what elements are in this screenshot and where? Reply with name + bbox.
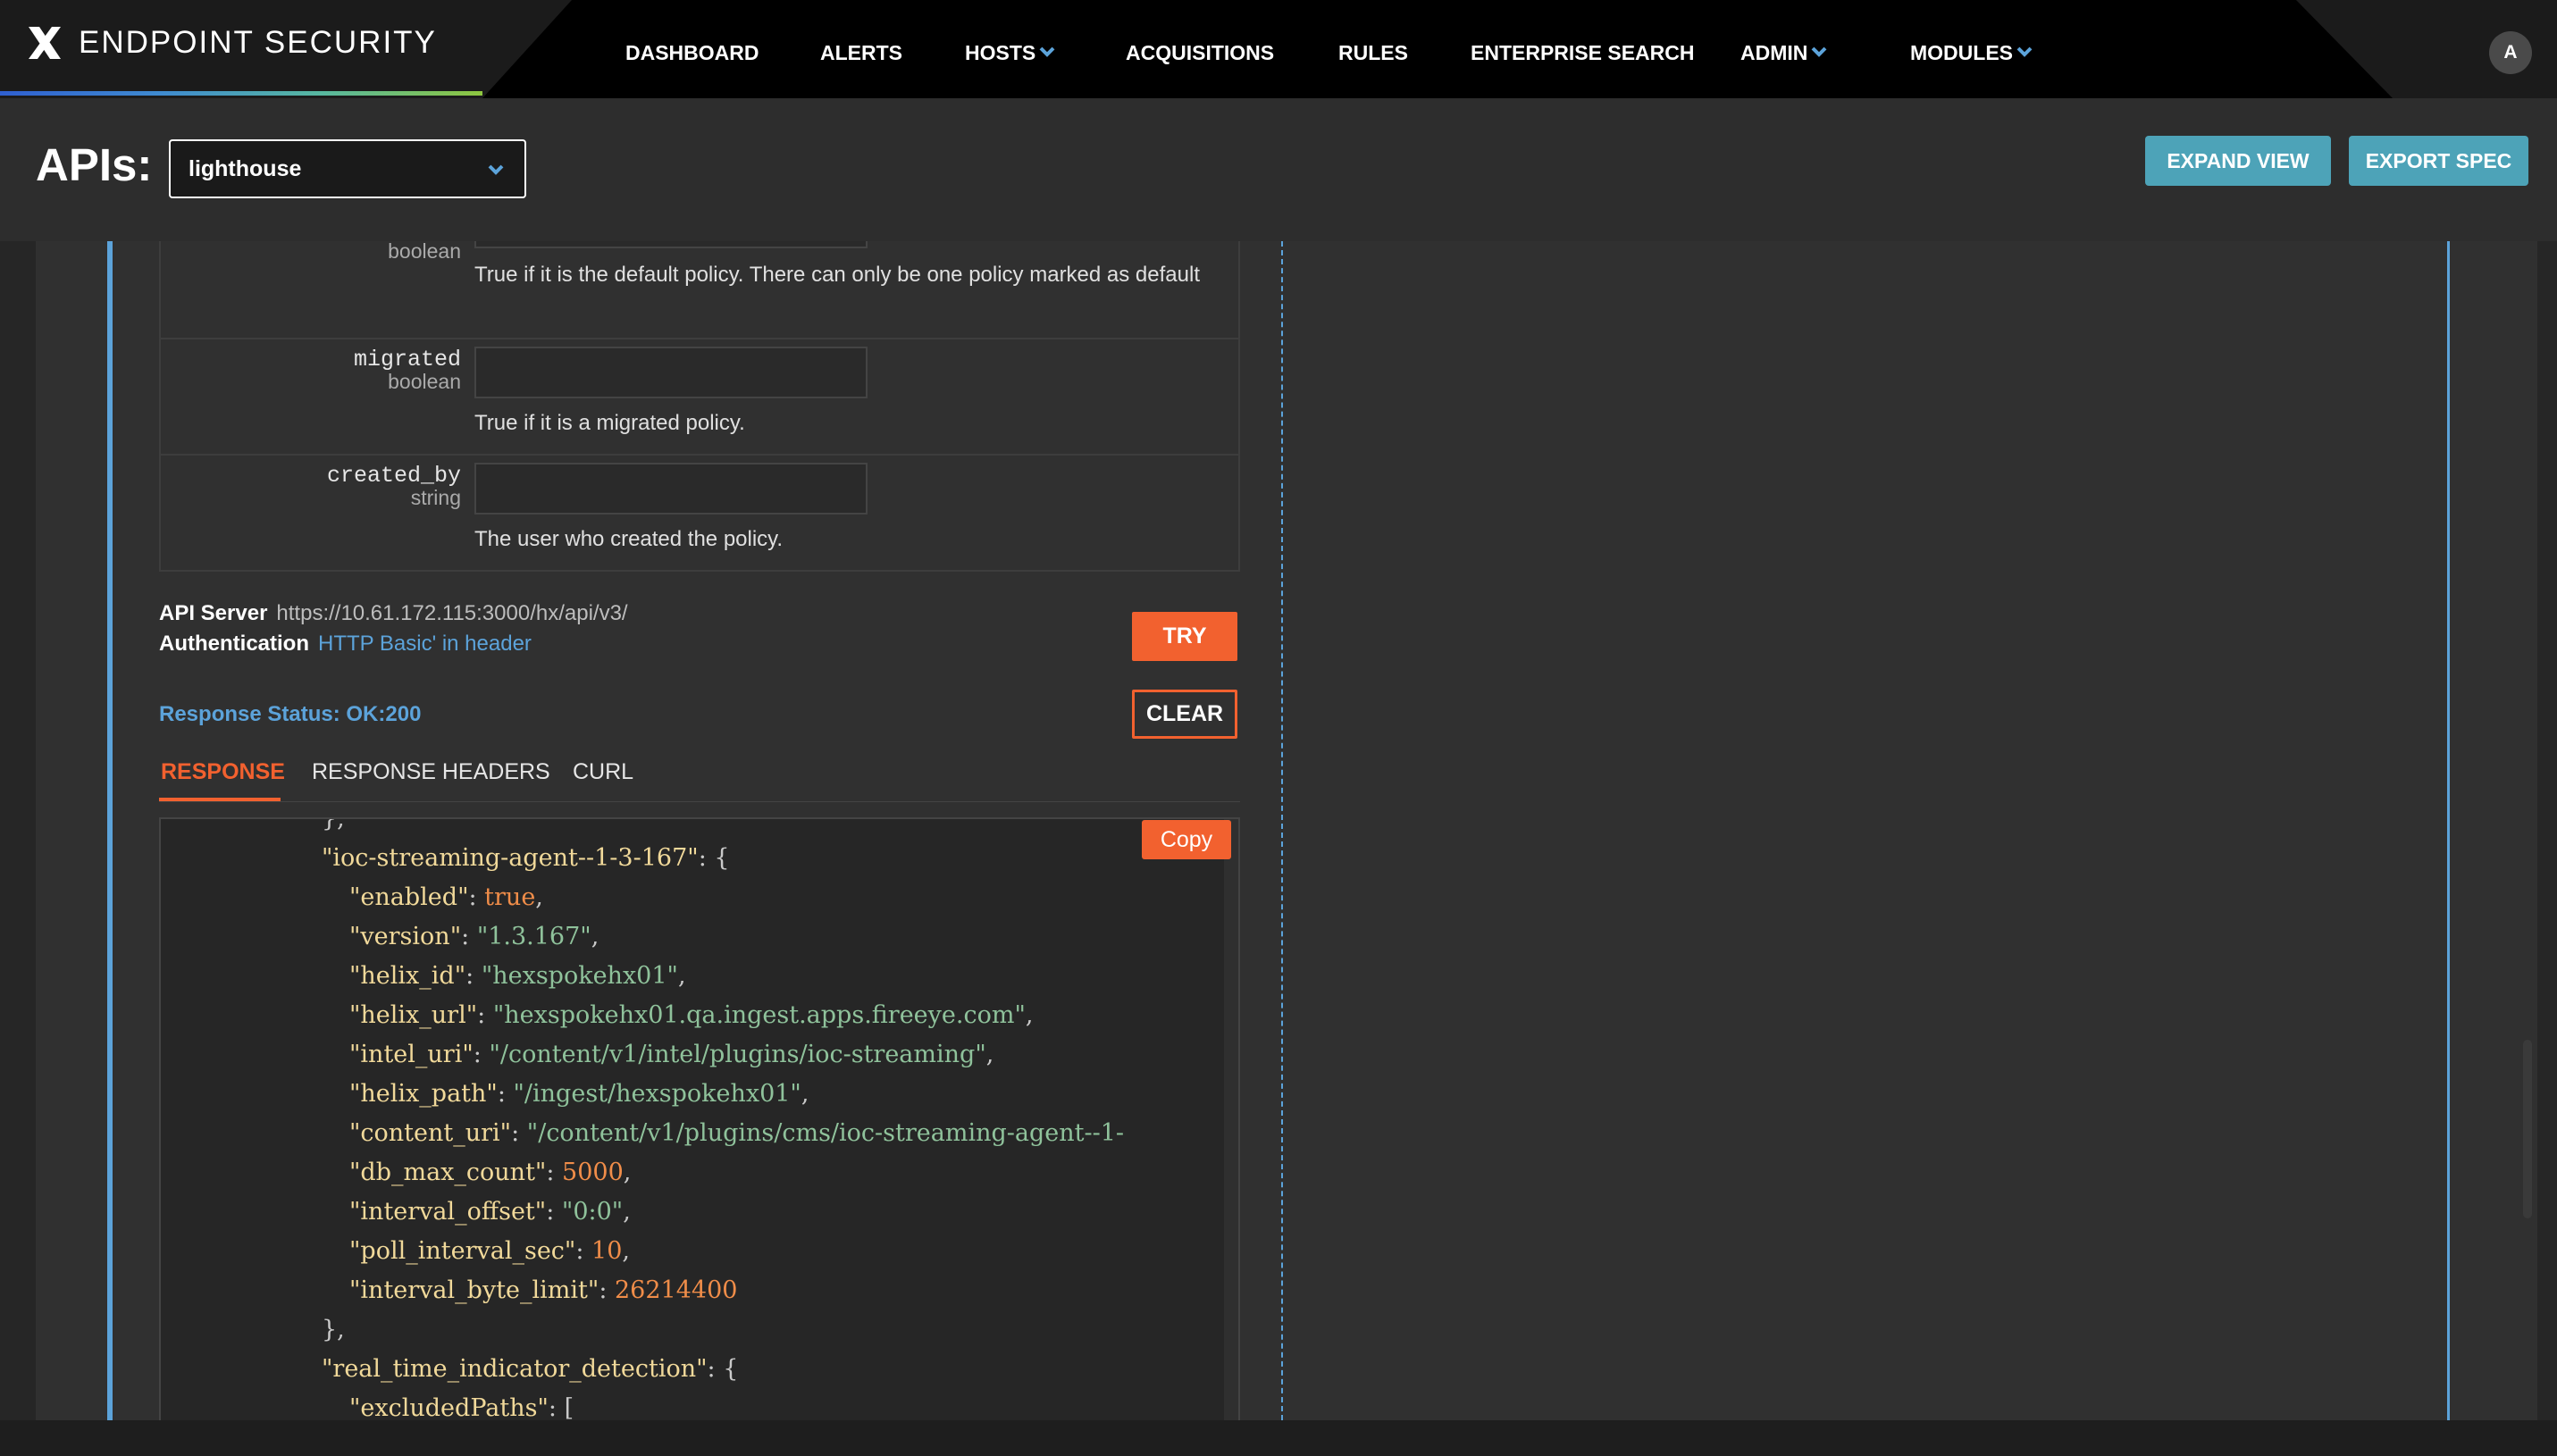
top-navbar: ENDPOINT SECURITY DASHBOARD ALERTS HOSTS… [0,0,2557,98]
code-line: "helix_id": "hexspokehx01", [349,962,686,990]
chevron-down-icon [1811,46,1827,57]
code-line: "version": "1.3.167", [349,923,599,950]
tab-response-headers[interactable]: RESPONSE HEADERS [312,759,550,785]
code-line: "poll_interval_sec": 10, [349,1237,630,1265]
param-input-created-by[interactable] [474,463,868,515]
code-scrollbar[interactable] [1224,819,1238,1420]
user-avatar[interactable]: A [2489,31,2532,74]
nav-modules[interactable]: MODULES [1910,41,2033,65]
api-server-label: API Server [159,601,268,625]
response-status: Response Status: OK:200 [159,702,422,726]
authentication-label: Authentication [159,632,309,656]
param-type: boolean [388,370,461,393]
param-name: created_by [326,463,461,489]
active-tab-indicator [159,798,281,801]
tabs-divider [159,801,1240,802]
api-server-value: https://10.61.172.115:3000/hx/api/v3/ [276,601,628,625]
code-line: }, [322,1316,345,1343]
code-line: "excludedPaths": [ [349,1394,574,1420]
code-line: "interval_offset": "0:0", [349,1198,631,1226]
authentication-line: Authentication HTTP Basic' in header [159,632,532,657]
clear-button[interactable]: CLEAR [1132,690,1237,739]
nav-acquisitions[interactable]: ACQUISITIONS [1126,41,1274,65]
param-input-migrated[interactable] [474,347,868,398]
code-line: "enabled": true, [349,883,543,911]
response-code-box[interactable]: }, "ioc-streaming-agent--1-3-167": { "en… [159,817,1240,1420]
tab-response[interactable]: RESPONSE [161,759,285,785]
api-main-panel: boolean True if it is the default policy… [36,241,2537,1420]
nav-alerts[interactable]: ALERTS [820,41,902,65]
chevron-down-icon [2016,46,2033,57]
code-line: "interval_byte_limit": 26214400 [349,1276,738,1304]
nav-enterprise-search-label: ENTERPRISE SEARCH [1471,41,1695,64]
expand-view-button[interactable]: EXPAND VIEW [2145,136,2331,186]
left-accent-stripe [107,241,113,1420]
param-description: True if it is a migrated policy. [474,411,745,435]
nav-enterprise-search[interactable]: ENTERPRISE SEARCH [1471,41,1694,65]
param-description: The user who created the policy. [474,527,784,551]
logo-x-icon[interactable] [25,23,64,63]
copy-button[interactable]: Copy [1142,820,1231,859]
nav-rules[interactable]: RULES [1338,41,1408,65]
chevron-down-icon [1039,46,1055,57]
param-input-default[interactable] [474,241,868,248]
chevron-down-icon [488,164,504,175]
right-accent-stripe [2447,241,2450,1420]
code-line: }, [322,817,345,833]
nav-modules-label: MODULES [1910,41,2013,64]
nav-dashboard-label: DASHBOARD [625,41,759,64]
param-name: migrated [353,347,461,372]
code-line: "intel_uri": "/content/v1/intel/plugins/… [349,1041,994,1068]
apis-label: APIs: [36,139,153,190]
tab-curl[interactable]: CURL [573,759,633,785]
brand-underline [0,91,482,96]
nav-admin-label: ADMIN [1740,41,1808,64]
nav-hosts-label: HOSTS [965,41,1036,64]
code-line: "helix_url": "hexspokehx01.qa.ingest.app… [349,1001,1034,1029]
panel-divider [1281,241,1283,1420]
try-button[interactable]: TRY [1132,612,1237,661]
authentication-value-link[interactable]: HTTP Basic' in header [318,632,532,656]
nav-hosts[interactable]: HOSTS [965,41,1055,65]
param-row-created-by: created_by string The user who created t… [159,456,1240,572]
code-line: "db_max_count": 5000, [349,1159,632,1186]
param-row-default: boolean True if it is the default policy… [159,241,1240,339]
code-line: "content_uri": "/content/v1/plugins/cms/… [349,1119,1125,1147]
export-spec-button[interactable]: EXPORT SPEC [2349,136,2528,186]
nav-admin[interactable]: ADMIN [1740,41,1827,65]
api-select-dropdown[interactable]: lighthouse [169,139,526,198]
code-line: "helix_path": "/ingest/hexspokehx01", [349,1080,809,1108]
api-select-value: lighthouse [189,156,302,181]
nav-rules-label: RULES [1338,41,1408,64]
app-title[interactable]: ENDPOINT SECURITY [79,25,437,61]
code-line: "ioc-streaming-agent--1-3-167": { [322,844,730,872]
nav-acquisitions-label: ACQUISITIONS [1126,41,1275,64]
param-row-migrated: migrated boolean True if it is a migrate… [159,339,1240,456]
api-server-line: API Server https://10.61.172.115:3000/hx/… [159,601,628,626]
bottom-band [0,1420,2557,1456]
right-scrollbar[interactable] [2523,1040,2532,1218]
nav-alerts-label: ALERTS [820,41,902,64]
param-description: True if it is the default policy. There … [474,263,1200,287]
nav-dashboard[interactable]: DASHBOARD [625,41,759,65]
param-type: boolean [388,241,461,263]
code-line: "real_time_indicator_detection": { [322,1355,739,1383]
param-type: string [410,486,461,509]
